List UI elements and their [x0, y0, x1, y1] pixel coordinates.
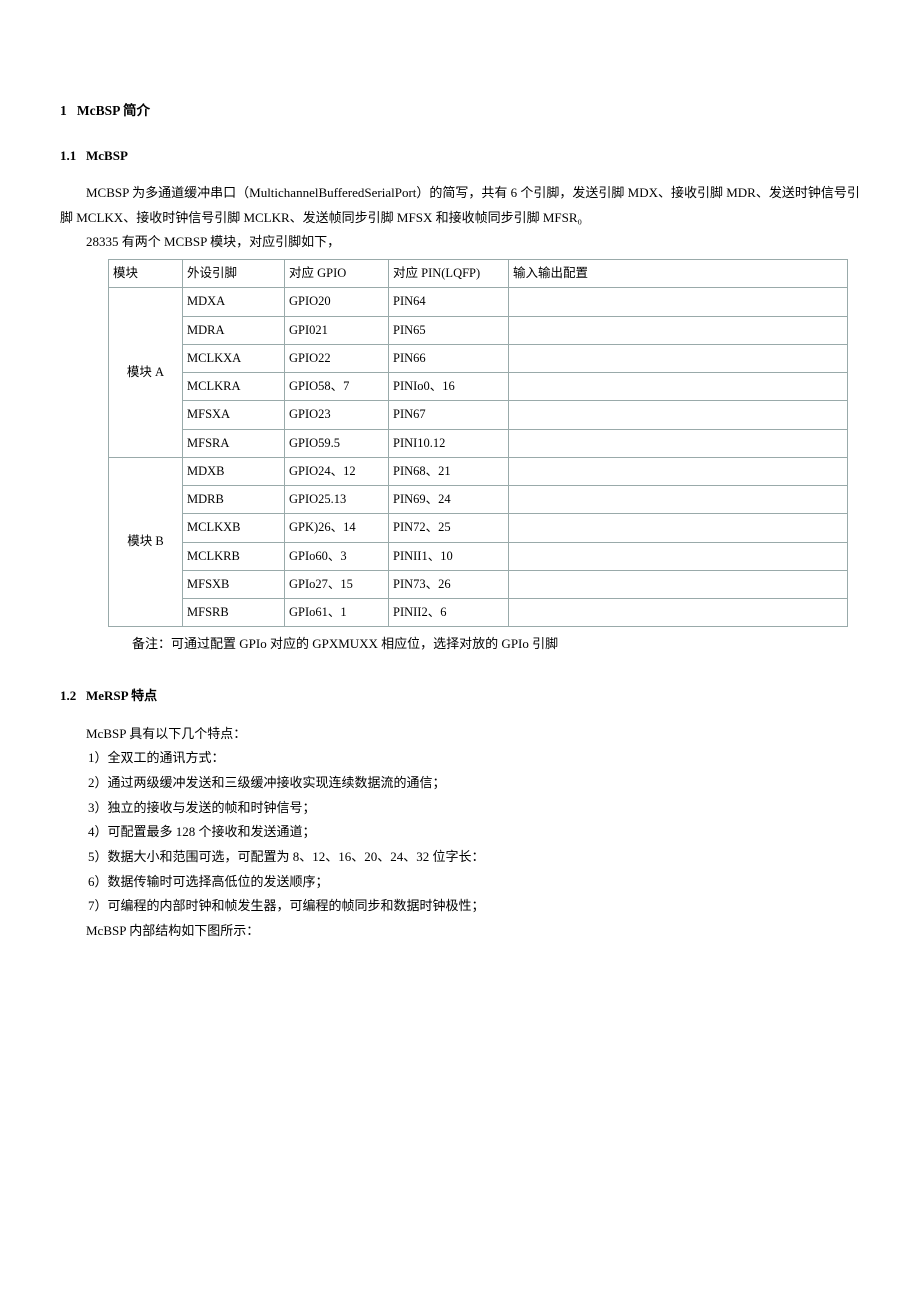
cell [509, 570, 848, 598]
cell: MFSXA [183, 401, 285, 429]
cell [509, 316, 848, 344]
cell: MFSXB [183, 570, 285, 598]
section-1-1-title: McBSP [86, 148, 128, 163]
section-1-1-heading: 1.1 McBSP [60, 145, 860, 167]
th-pin: 外设引脚 [183, 260, 285, 288]
cell: GPIO22 [285, 344, 389, 372]
table-row: 模块 B MDXB GPIO24、12 PIN68、21 [109, 457, 848, 485]
cell: MDXA [183, 288, 285, 316]
cell: PIN65 [389, 316, 509, 344]
cell: GPK)26、14 [285, 514, 389, 542]
list-item: 2）通过两级缓冲发送和三级缓冲接收实现连续数据流的通信； [88, 771, 860, 796]
cell [509, 486, 848, 514]
cell: PIN64 [389, 288, 509, 316]
section-1-num: 1 [60, 103, 67, 118]
list-item: 5）数据大小和范围可选，可配置为 8、12、16、20、24、32 位字长： [88, 845, 860, 870]
structure-note: McBSP 内部结构如下图所示： [86, 919, 860, 944]
cell: PIN73、26 [389, 570, 509, 598]
list-item: 6）数据传输时可选择高低位的发送顺序； [88, 870, 860, 895]
table-row: MCLKXB GPK)26、14 PIN72、25 [109, 514, 848, 542]
cell: MFSRB [183, 599, 285, 627]
cell: GPIO58、7 [285, 373, 389, 401]
cell [509, 288, 848, 316]
cell: GPIo27、15 [285, 570, 389, 598]
th-module: 模块 [109, 260, 183, 288]
paragraph-intro-1: MCBSP 为多通道缓冲串口（MultichannelBufferedSeria… [60, 181, 860, 230]
cell: PIN66 [389, 344, 509, 372]
list-item: 3）独立的接收与发送的帧和时钟信号； [88, 796, 860, 821]
cell: PIN72、25 [389, 514, 509, 542]
th-io: 输入输出配置 [509, 260, 848, 288]
cell [509, 514, 848, 542]
cell [509, 599, 848, 627]
cell: PIN69、24 [389, 486, 509, 514]
section-1-1-num: 1.1 [60, 148, 76, 163]
list-item: 7）可编程的内部时钟和帧发生器，可编程的帧同步和数据时钟极性； [88, 894, 860, 919]
cell: GPIO23 [285, 401, 389, 429]
features-intro: McBSP 具有以下几个特点： [86, 722, 860, 747]
table-row: MFSRB GPIo61、1 PINII2、6 [109, 599, 848, 627]
pin-table: 模块 外设引脚 对应 GPIO 对应 PIN(LQFP) 输入输出配置 模块 A… [108, 259, 848, 627]
cell: GPIo60、3 [285, 542, 389, 570]
cell [509, 373, 848, 401]
cell: PINIo0、16 [389, 373, 509, 401]
cell: MCLKXA [183, 344, 285, 372]
cell [509, 344, 848, 372]
th-pinlqfp: 对应 PIN(LQFP) [389, 260, 509, 288]
cell: MCLKRA [183, 373, 285, 401]
cell: MDRA [183, 316, 285, 344]
th-gpio: 对应 GPIO [285, 260, 389, 288]
table-row: MFSXB GPIo27、15 PIN73、26 [109, 570, 848, 598]
cell [509, 429, 848, 457]
table-footnote: 备注：可通过配置 GPIo 对应的 GPXMUXX 相应位，选择对放的 GPIo… [132, 633, 860, 655]
cell: GPIo61、1 [285, 599, 389, 627]
section-1-title: McBSP 简介 [77, 103, 150, 118]
cell: GPIO24、12 [285, 457, 389, 485]
cell: PIN68、21 [389, 457, 509, 485]
table-row: MFSRA GPIO59.5 PINI10.12 [109, 429, 848, 457]
table-row: MDRB GPIO25.13 PIN69、24 [109, 486, 848, 514]
cell-module-b: 模块 B [109, 457, 183, 627]
section-1-2-num: 1.2 [60, 688, 76, 703]
cell: PINII1、10 [389, 542, 509, 570]
list-item: 1）全双工的通讯方式： [88, 746, 860, 771]
cell: GPIO25.13 [285, 486, 389, 514]
cell: GPI021 [285, 316, 389, 344]
cell: MFSRA [183, 429, 285, 457]
section-1-2-heading: 1.2 MeRSP 特点 [60, 685, 860, 707]
cell: PINII2、6 [389, 599, 509, 627]
table-row: MCLKRA GPIO58、7 PINIo0、16 [109, 373, 848, 401]
cell [509, 457, 848, 485]
list-item: 4）可配置最多 128 个接收和发送通道； [88, 820, 860, 845]
table-header-row: 模块 外设引脚 对应 GPIO 对应 PIN(LQFP) 输入输出配置 [109, 260, 848, 288]
table-row: MCLKXA GPIO22 PIN66 [109, 344, 848, 372]
cell: MCLKXB [183, 514, 285, 542]
table-row: MCLKRB GPIo60、3 PINII1、10 [109, 542, 848, 570]
table-row: 模块 A MDXA GPIO20 PIN64 [109, 288, 848, 316]
cell [509, 401, 848, 429]
cell: GPIO59.5 [285, 429, 389, 457]
section-1-heading: 1 McBSP 简介 [60, 100, 860, 123]
table-row: MDRA GPI021 PIN65 [109, 316, 848, 344]
paragraph-intro-2: 28335 有两个 MCBSP 模块，对应引脚如下， [86, 230, 860, 255]
cell: MDRB [183, 486, 285, 514]
table-row: MFSXA GPIO23 PIN67 [109, 401, 848, 429]
section-1-2-title: MeRSP 特点 [86, 688, 157, 703]
cell: GPIO20 [285, 288, 389, 316]
cell [509, 542, 848, 570]
cell: PINI10.12 [389, 429, 509, 457]
cell: MDXB [183, 457, 285, 485]
cell: MCLKRB [183, 542, 285, 570]
cell-module-a: 模块 A [109, 288, 183, 458]
cell: PIN67 [389, 401, 509, 429]
